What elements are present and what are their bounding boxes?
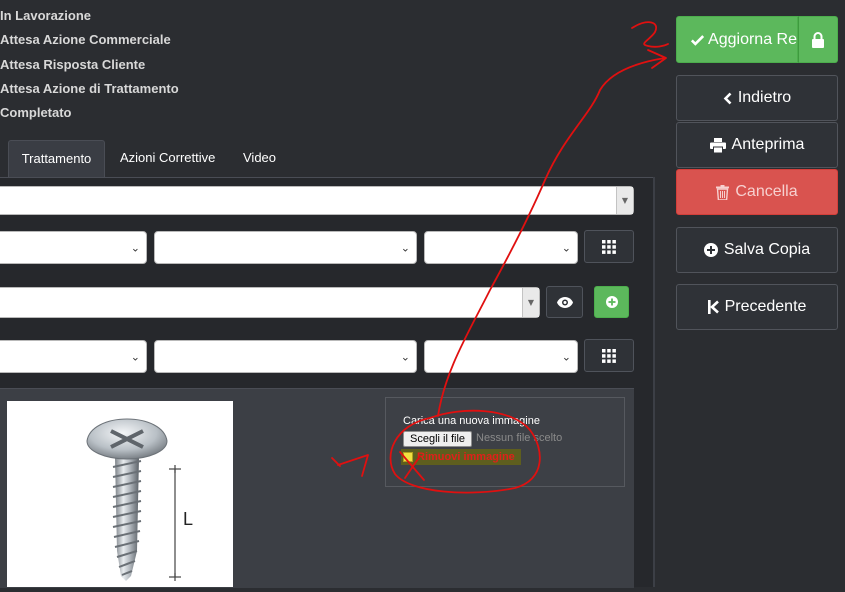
delete-label: Cancella [735, 183, 798, 200]
annotation-two-stroke [631, 21, 669, 48]
preview-button[interactable]: Anteprima [676, 122, 838, 168]
chevron-left-icon [723, 92, 732, 104]
step-backward-icon [707, 300, 719, 314]
update-button[interactable]: Aggiorna Re [676, 16, 798, 63]
annotation-step-two: 2 [650, 37, 651, 39]
panel-divider [653, 177, 655, 587]
select-field[interactable]: ⌄ [0, 231, 147, 264]
wide-select[interactable]: ▼ [0, 186, 634, 215]
save-copy-button[interactable]: Salva Copia [676, 227, 838, 273]
trash-icon [716, 184, 730, 200]
print-icon [709, 137, 726, 153]
add-button[interactable] [594, 286, 629, 318]
tab-video[interactable]: Video [243, 140, 276, 177]
chevron-down-icon: ⌄ [561, 241, 571, 254]
plus-circle-icon [703, 243, 718, 257]
eye-icon [556, 296, 573, 308]
dimension-label: L [183, 509, 193, 529]
select-field[interactable]: ⌄ [424, 231, 578, 264]
chevron-down-icon: ⌄ [130, 241, 140, 254]
chevron-down-icon: ⌄ [130, 350, 140, 363]
plus-circle-icon [605, 296, 618, 308]
select-field[interactable]: ⌄ [154, 231, 417, 264]
lock-icon [812, 31, 824, 48]
save-copy-label: Salva Copia [723, 241, 811, 258]
combo-select[interactable]: ▼ [0, 287, 540, 318]
status-item[interactable]: Completato [0, 103, 179, 127]
grid-button[interactable] [584, 230, 634, 263]
back-button[interactable]: Indietro [676, 75, 838, 121]
lock-button[interactable] [798, 16, 838, 63]
update-label: Aggiorna Re [708, 30, 797, 48]
no-file-text: Nessun file scelto [476, 432, 563, 444]
back-label: Indietro [737, 89, 792, 106]
status-item[interactable]: Attesa Risposta Cliente [0, 55, 179, 79]
status-item[interactable]: In Lavorazione [0, 6, 179, 30]
previous-button[interactable]: Precedente [676, 284, 838, 330]
choose-file-button[interactable]: Scegli il file [403, 431, 473, 447]
annotation-arrow-head [647, 49, 667, 69]
check-icon [691, 34, 705, 46]
tab-bar: Trattamento Azioni Correttive Video [0, 140, 654, 177]
grid-button[interactable] [584, 339, 634, 372]
tab-trattamento[interactable]: Trattamento [8, 140, 105, 177]
select-field[interactable]: ⌄ [154, 340, 417, 373]
remove-image-checkbox[interactable] [403, 452, 413, 462]
select-arrow-icon: ▼ [616, 187, 633, 214]
chevron-down-icon: ⌄ [400, 241, 410, 254]
select-arrow-icon: ▼ [522, 288, 539, 317]
status-list: In Lavorazione Attesa Azione Commerciale… [0, 6, 179, 127]
upload-label: Carica una nuova immagine [403, 415, 540, 427]
previous-label: Precedente [724, 298, 807, 315]
tab-azioni-correttive[interactable]: Azioni Correttive [120, 140, 215, 177]
status-item[interactable]: Attesa Azione Commerciale [0, 30, 179, 54]
select-field[interactable]: ⌄ [424, 340, 578, 373]
remove-image-label[interactable]: Rimuovi immagine [417, 451, 515, 463]
screw-image: L [86, 418, 193, 581]
chevron-down-icon: ⌄ [561, 350, 571, 363]
grid-icon [602, 239, 616, 254]
chevron-down-icon: ⌄ [400, 350, 410, 363]
view-button[interactable] [546, 286, 583, 318]
preview-label: Anteprima [731, 136, 805, 153]
select-field[interactable]: ⌄ [0, 340, 147, 373]
product-image: L [7, 401, 233, 587]
status-item[interactable]: Attesa Azione di Trattamento [0, 79, 179, 103]
grid-icon [602, 348, 616, 363]
delete-button[interactable]: Cancella [676, 169, 838, 215]
